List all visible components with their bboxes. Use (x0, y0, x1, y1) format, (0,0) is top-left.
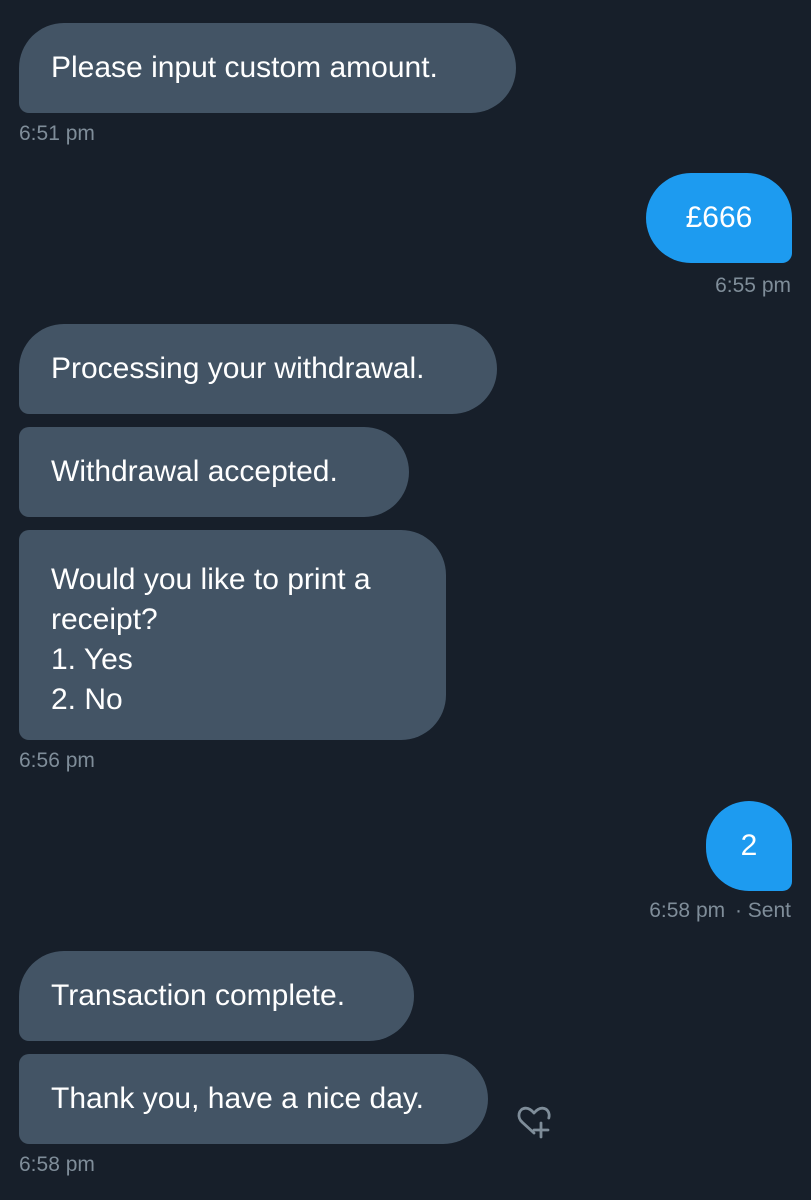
message-bubble-received[interactable]: Thank you, have a nice day. (19, 1054, 488, 1144)
message-timestamp: 6:56 pm (19, 749, 95, 772)
message-bubble-received[interactable]: Transaction complete. (19, 951, 414, 1041)
message-bubble-received[interactable]: Please input custom amount. (19, 23, 516, 113)
message-bubble-received[interactable]: Processing your withdrawal. (19, 324, 497, 414)
message-bubble-received[interactable]: Withdrawal accepted. (19, 427, 409, 517)
sent-status: · Sent (734, 899, 791, 922)
message-bubble-sent[interactable]: 2 (706, 801, 792, 891)
message-timestamp: 6:58 pm (19, 1153, 95, 1176)
message-timestamp: 6:55 pm (715, 274, 791, 297)
heart-plus-icon[interactable] (508, 1100, 554, 1144)
message-bubble-sent[interactable]: £666 (646, 173, 792, 263)
message-timestamp: 6:58 pm · Sent (649, 899, 791, 923)
timestamp-time: 6:58 pm (649, 899, 726, 922)
message-bubble-received[interactable]: Would you like to print a receipt? 1. Ye… (19, 530, 446, 740)
message-timestamp: 6:51 pm (19, 122, 95, 145)
